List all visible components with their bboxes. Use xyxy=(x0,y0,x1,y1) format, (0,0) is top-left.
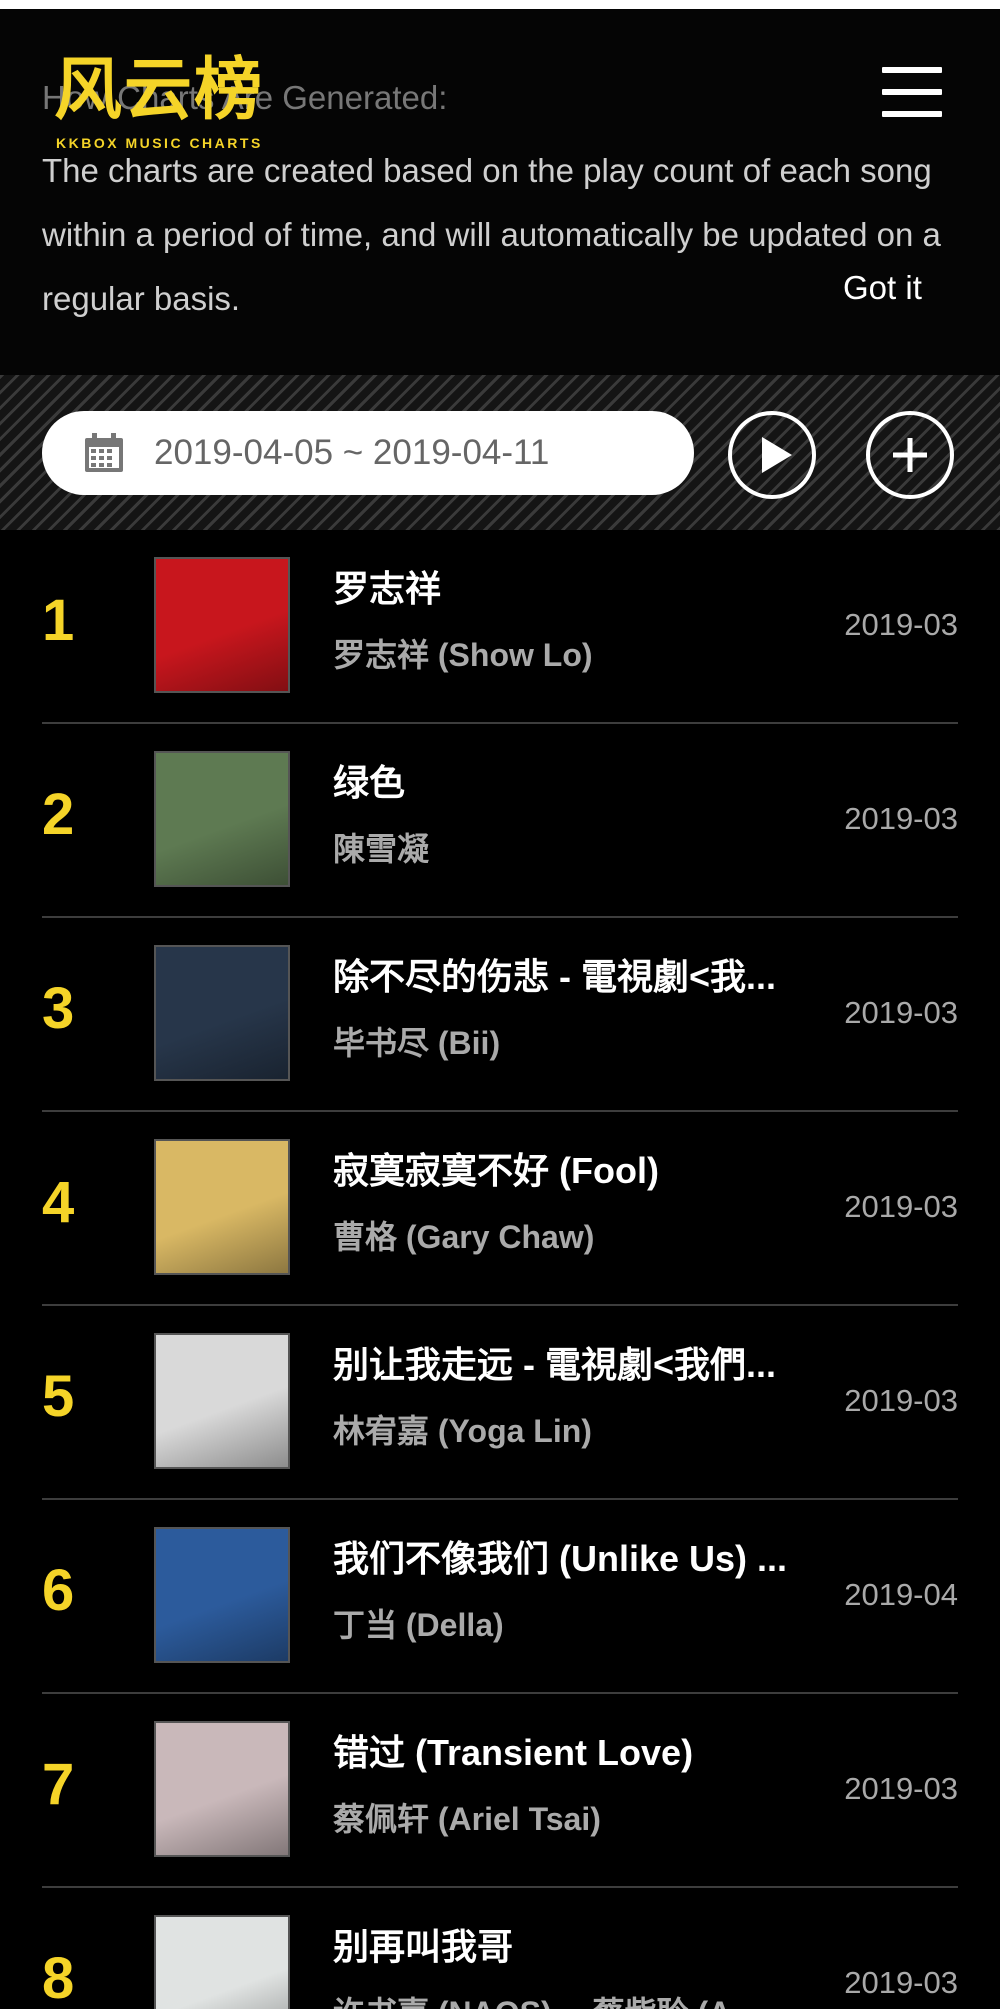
song-title[interactable]: 我们不像我们 (Unlike Us) ... xyxy=(333,1537,853,1581)
release-date: 2019-03 xyxy=(844,607,958,642)
menu-icon[interactable] xyxy=(882,67,942,117)
logo-subtitle: KKBOX MUSIC CHARTS xyxy=(56,135,263,151)
album-cover[interactable] xyxy=(154,1139,290,1275)
chart-row[interactable]: 3 除不尽的伤悲 - 電視劇<我... 毕书尽 (Bii) 2019-03 xyxy=(42,918,958,1112)
song-title[interactable]: 绿色 xyxy=(333,761,853,805)
play-icon xyxy=(762,437,792,473)
release-date: 2019-03 xyxy=(844,1383,958,1418)
rank-number: 1 xyxy=(42,588,75,653)
page: How Charts Are Generated: The charts are… xyxy=(0,0,1000,2009)
song-title[interactable]: 别让我走远 - 電視劇<我們... xyxy=(333,1343,853,1387)
release-date: 2019-03 xyxy=(844,801,958,836)
date-range-text: 2019-04-05 ~ 2019-04-11 xyxy=(154,433,550,472)
chart-row[interactable]: 2 绿色陳雪凝 2019-03 xyxy=(42,724,958,918)
chart-row[interactable]: 8 别再叫我哥许书嘉 (NAOS)、 蔡紫聆 (A...2019-03 xyxy=(42,1888,958,2009)
album-cover[interactable] xyxy=(154,945,290,1081)
song-title[interactable]: 除不尽的伤悲 - 電視劇<我... xyxy=(333,955,853,999)
rank-number: 5 xyxy=(42,1364,75,1429)
album-cover[interactable] xyxy=(154,557,290,693)
song-artist[interactable]: 许书嘉 (NAOS)、 蔡紫聆 (A... xyxy=(333,1993,853,2009)
status-strip xyxy=(0,0,1000,9)
song-artist[interactable]: 陳雪凝 xyxy=(333,829,853,869)
album-cover[interactable] xyxy=(154,751,290,887)
chart-row[interactable]: 6 我们不像我们 (Unlike Us) ... 丁当 (Della) 2019-04 xyxy=(42,1500,958,1694)
album-cover[interactable] xyxy=(154,1333,290,1469)
notice-text: The charts are created based on the play… xyxy=(42,152,941,317)
rank-number: 2 xyxy=(42,782,75,847)
song-title[interactable]: 寂寞寂寞不好 (Fool) xyxy=(333,1149,853,1193)
plus-icon xyxy=(893,438,927,472)
song-artist[interactable]: 罗志祥 (Show Lo) xyxy=(333,635,853,675)
release-date: 2019-03 xyxy=(844,1965,958,2000)
song-title[interactable]: 别再叫我哥 xyxy=(333,1925,853,1969)
song-artist[interactable]: 毕书尽 (Bii) xyxy=(333,1023,853,1063)
header: How Charts Are Generated: The charts are… xyxy=(0,9,1000,375)
rank-number: 8 xyxy=(42,1946,75,2009)
add-button[interactable] xyxy=(866,411,954,499)
chart-row[interactable]: 1 罗志祥罗志祥 (Show Lo) 2019-03 xyxy=(42,530,958,724)
chart-row[interactable]: 5 别让我走远 - 電視劇<我們... 林宥嘉 (Yoga Lin) 2019-03 xyxy=(42,1306,958,1500)
album-cover[interactable] xyxy=(154,1721,290,1857)
rank-number: 7 xyxy=(42,1752,75,1817)
rank-number: 3 xyxy=(42,976,75,1041)
chart-row[interactable]: 4 寂寞寂寞不好 (Fool) 曹格 (Gary Chaw) 2019-03 xyxy=(42,1112,958,1306)
release-date: 2019-03 xyxy=(844,1771,958,1806)
release-date: 2019-04 xyxy=(844,1577,958,1612)
play-all-button[interactable] xyxy=(728,411,816,499)
release-date: 2019-03 xyxy=(844,1189,958,1224)
song-title[interactable]: 错过 (Transient Love) xyxy=(333,1731,853,1775)
song-artist[interactable]: 丁当 (Della) xyxy=(333,1605,853,1645)
song-title[interactable]: 罗志祥 xyxy=(333,567,853,611)
album-cover[interactable] xyxy=(154,1915,290,2009)
date-range-selector[interactable]: 2019-04-05 ~ 2019-04-11 xyxy=(42,411,694,495)
calendar-icon xyxy=(85,433,123,472)
release-date: 2019-03 xyxy=(844,995,958,1030)
album-cover[interactable] xyxy=(154,1527,290,1663)
rank-number: 4 xyxy=(42,1170,75,1235)
kkbox-logo[interactable]: 风云榜 KKBOX MUSIC CHARTS xyxy=(54,53,344,153)
song-artist[interactable]: 曹格 (Gary Chaw) xyxy=(333,1217,853,1257)
song-artist[interactable]: 蔡佩轩 (Ariel Tsai) xyxy=(333,1799,853,1839)
song-artist[interactable]: 林宥嘉 (Yoga Lin) xyxy=(333,1411,853,1451)
got-it-button[interactable]: Got it xyxy=(843,269,922,307)
rank-number: 6 xyxy=(42,1558,75,1623)
logo-title: 风云榜 xyxy=(54,51,265,130)
chart-row[interactable]: 7 错过 (Transient Love) 蔡佩轩 (Ariel Tsai) 2019… xyxy=(42,1694,958,1888)
